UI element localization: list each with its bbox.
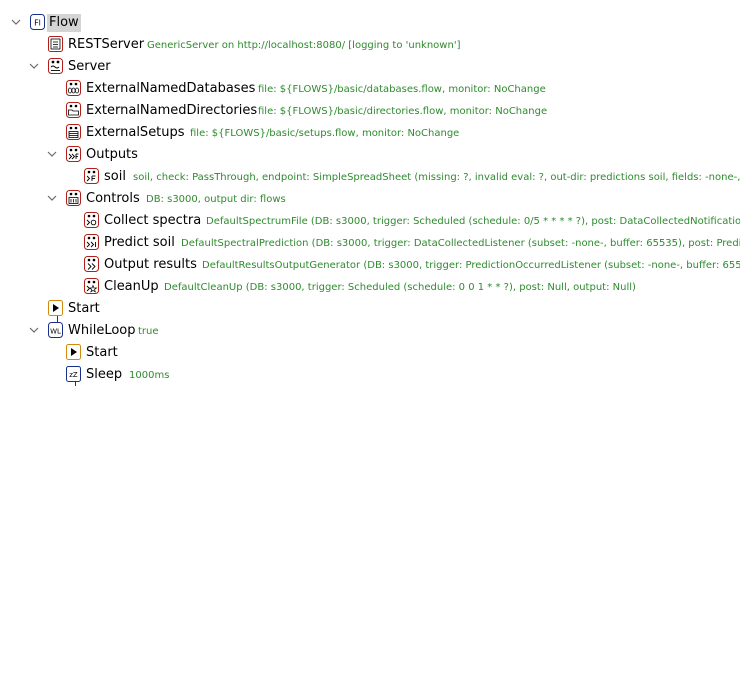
tree-node-soil[interactable]: soil soil, check: PassThrough, endpoint:…	[0, 166, 740, 188]
tree-node-start[interactable]: Start	[0, 342, 740, 364]
tree-node-description: DefaultCleanUp (DB: s3000, trigger: Sche…	[164, 282, 636, 293]
tree-node-external-setups[interactable]: ExternalSetups file: ${FLOWS}/basic/setu…	[0, 122, 740, 144]
tree-node-external-named-databases[interactable]: ExternalNamedDatabases file: ${FLOWS}/ba…	[0, 78, 740, 100]
tree-node-flow[interactable]: Fl Flow	[0, 12, 740, 34]
tree-node-description: DefaultSpectrumFile (DB: s3000, trigger:…	[206, 216, 740, 227]
chevron-down-icon[interactable]	[9, 15, 23, 29]
tree-node-description: file: ${FLOWS}/basic/directories.flow, m…	[258, 106, 548, 117]
tree-node-controls[interactable]: Controls DB: s3000, output dir: flows	[0, 188, 740, 210]
flow-tree: Fl Flow RESTServer GenericServer on http…	[0, 0, 740, 700]
chevron-down-icon[interactable]	[27, 323, 41, 337]
tree-node-collect-spectra[interactable]: Collect spectra DefaultSpectrumFile (DB:…	[0, 210, 740, 232]
tree-node-label[interactable]: Controls	[84, 190, 142, 208]
tree-node-label[interactable]: Output results	[102, 256, 199, 274]
start-icon	[48, 300, 63, 316]
chevron-down-icon[interactable]	[45, 191, 59, 205]
tree-node-description: DefaultResultsOutputGenerator (DB: s3000…	[202, 260, 740, 271]
controls-icon	[66, 190, 81, 206]
tree-node-label[interactable]: ExternalSetups	[84, 124, 187, 142]
tree-node-server[interactable]: Server	[0, 56, 740, 78]
directories-icon	[66, 102, 81, 118]
start-icon	[66, 344, 81, 360]
tree-node-label[interactable]: Server	[66, 58, 113, 76]
tree-node-label[interactable]: soil	[102, 168, 128, 186]
sleep-icon: zZ	[66, 366, 81, 382]
tree-node-cleanup[interactable]: CleanUp DefaultCleanUp (DB: s3000, trigg…	[0, 276, 740, 298]
tree-node-description: soil, check: PassThrough, endpoint: Simp…	[133, 172, 740, 183]
tree-node-label[interactable]: RESTServer	[66, 36, 146, 54]
tree-node-whileloop[interactable]: WL WhileLoop true	[0, 320, 740, 342]
tree-node-description: true	[138, 326, 159, 337]
database-icon	[66, 80, 81, 96]
tree-node-label[interactable]: Outputs	[84, 146, 140, 164]
tree-node-label[interactable]: CleanUp	[102, 278, 161, 296]
tree-node-label[interactable]: Collect spectra	[102, 212, 203, 230]
chevron-down-icon[interactable]	[27, 59, 41, 73]
setups-icon	[66, 124, 81, 140]
svg-text:zZ: zZ	[69, 371, 78, 379]
tree-node-external-named-directories[interactable]: ExternalNamedDirectories file: ${FLOWS}/…	[0, 100, 740, 122]
prediction-icon	[84, 234, 99, 250]
tree-node-description: GenericServer on http://localhost:8080/ …	[147, 40, 461, 51]
tree-node-outputs[interactable]: Outputs	[0, 144, 740, 166]
server-icon	[48, 58, 63, 74]
tree-node-start[interactable]: Start	[0, 298, 740, 320]
tree-node-label[interactable]: WhileLoop	[66, 322, 138, 340]
outputs-icon	[66, 146, 81, 162]
while-loop-icon: WL	[48, 322, 63, 338]
tree-node-label[interactable]: Flow	[47, 14, 81, 32]
tree-node-sleep[interactable]: zZ Sleep 1000ms	[0, 364, 740, 386]
tree-node-description: DefaultSpectralPrediction (DB: s3000, tr…	[181, 238, 740, 249]
tree-node-output-results[interactable]: Output results DefaultResultsOutputGener…	[0, 254, 740, 276]
tree-node-label[interactable]: Sleep	[84, 366, 124, 384]
tree-node-restserver[interactable]: RESTServer GenericServer on http://local…	[0, 34, 740, 56]
svg-text:Fl: Fl	[34, 19, 41, 28]
tree-node-label[interactable]: ExternalNamedDatabases	[84, 80, 257, 98]
cleanup-icon	[84, 278, 99, 294]
results-output-icon	[84, 256, 99, 272]
output-writer-icon	[84, 168, 99, 184]
spectrum-icon	[84, 212, 99, 228]
tree-node-label[interactable]: ExternalNamedDirectories	[84, 102, 259, 120]
tree-node-description: DB: s3000, output dir: flows	[146, 194, 286, 205]
svg-text:WL: WL	[50, 328, 61, 336]
flow-icon: Fl	[30, 14, 45, 30]
rest-server-icon	[48, 36, 63, 52]
tree-node-description: file: ${FLOWS}/basic/setups.flow, monito…	[190, 128, 460, 139]
tree-node-label[interactable]: Start	[66, 300, 102, 318]
chevron-down-icon[interactable]	[45, 147, 59, 161]
tree-node-predict-soil[interactable]: Predict soil DefaultSpectralPrediction (…	[0, 232, 740, 254]
tree-node-description: file: ${FLOWS}/basic/databases.flow, mon…	[258, 84, 546, 95]
tree-node-label[interactable]: Predict soil	[102, 234, 177, 252]
tree-node-label[interactable]: Start	[84, 344, 120, 362]
tree-node-description: 1000ms	[129, 370, 170, 381]
